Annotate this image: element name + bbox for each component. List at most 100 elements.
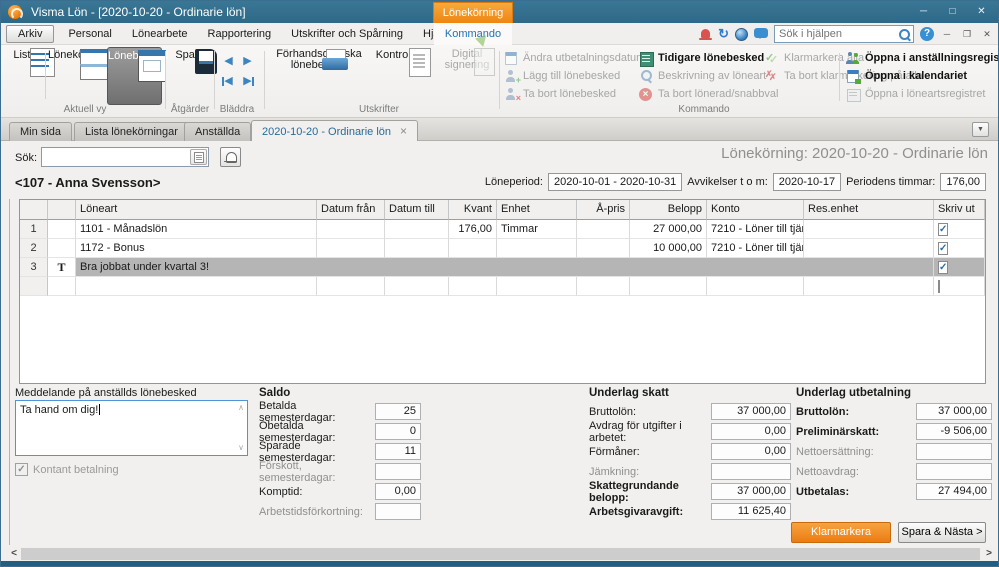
sparade-semesterdagar-field[interactable]: 11 — [375, 443, 421, 460]
skriv-ut-checkbox[interactable] — [938, 280, 940, 293]
pane-close-button[interactable]: ✕ — [980, 29, 994, 40]
horizontal-scrollbar[interactable]: < > — [3, 547, 996, 561]
preliminarskatt-field[interactable]: -9 506,00 — [916, 423, 992, 440]
col-datum-fran[interactable]: Datum från — [317, 200, 385, 220]
group-label-atgarder: Åtgärder — [167, 104, 213, 115]
chat-bubble-icon[interactable] — [754, 28, 768, 38]
avdrag-utgifter-field[interactable]: 0,00 — [711, 423, 791, 440]
previous-record-icon[interactable]: ◀ — [220, 54, 237, 69]
ribbon-lonekorning-button[interactable]: Lönekörning — [48, 47, 106, 105]
menu-rapportering[interactable]: Rapportering — [198, 25, 282, 43]
menu-utskrifter-sparning[interactable]: Utskrifter och Spårning — [281, 25, 413, 43]
cell-konto[interactable]: 7210 - Löner till tjänste — [707, 239, 804, 258]
col-datum-till[interactable]: Datum till — [385, 200, 449, 220]
col-enhet[interactable]: Enhet — [497, 200, 577, 220]
maximize-button[interactable]: □ — [939, 3, 966, 20]
tab-lista-lonekorningar[interactable]: Lista lönekörningar — [74, 122, 189, 141]
cmd-oppna-kalendariet[interactable]: Öppna i kalendariet — [846, 69, 967, 83]
ribbon-lonebesked-button[interactable]: Lönebesked — [107, 47, 162, 105]
col-konto[interactable]: Konto — [707, 200, 804, 220]
cell-belopp[interactable]: 10 000,00 — [630, 239, 707, 258]
scroll-left-icon[interactable]: < — [7, 547, 21, 561]
obetalda-semesterdagar-field[interactable]: 0 — [375, 423, 421, 440]
kontant-betalning-checkbox-row: ✓ Kontant betalning — [15, 463, 119, 476]
help-icon[interactable]: ? — [920, 27, 934, 41]
ribbon-kontrollista-button[interactable]: Kontrollista — [371, 47, 435, 105]
col-skriv-ut[interactable]: Skriv ut — [934, 200, 985, 220]
betalda-semesterdagar-field[interactable]: 25 — [375, 403, 421, 420]
formaner-field[interactable]: 0,00 — [711, 443, 791, 460]
tab-ordinarie-lon-active[interactable]: 2020-10-20 - Ordinarie lön× — [251, 120, 418, 141]
help-search-input[interactable] — [774, 25, 914, 43]
forskott-semesterdagar-field[interactable] — [375, 463, 421, 480]
next-record-icon[interactable]: ▶ — [239, 54, 256, 69]
saldo-panel: Saldo Betalda semesterdagar:25 Obetalda … — [259, 387, 421, 523]
employee-list-button[interactable] — [190, 149, 207, 165]
scroll-right-icon[interactable]: > — [982, 547, 996, 561]
skriv-ut-checkbox[interactable]: ✓ — [938, 223, 948, 236]
context-tab-lonekorning[interactable]: Lönekörning — [433, 2, 513, 23]
table-row-selected[interactable]: 3 T Bra jobbat under kvartal 3! ✓ — [20, 258, 985, 277]
scroll-up-icon[interactable]: ∧ — [238, 404, 244, 412]
message-textarea[interactable]: Ta hand om dig! ∧ ∨ — [15, 400, 248, 456]
bruttolon-utbet-field[interactable]: 37 000,00 — [916, 403, 992, 420]
menu-personal[interactable]: Personal — [58, 25, 121, 43]
last-record-icon[interactable]: ▶ — [239, 74, 256, 89]
close-button[interactable]: ✕ — [968, 3, 995, 20]
cell-konto[interactable]: 7210 - Löner till tjänste — [707, 220, 804, 239]
menu-arkiv[interactable]: Arkiv — [6, 25, 54, 43]
ribbon-lista-button[interactable]: Lista — [7, 47, 43, 105]
tab-min-sida[interactable]: Min sida — [9, 122, 72, 141]
komptid-field[interactable]: 0,00 — [375, 483, 421, 500]
search-icon[interactable] — [898, 28, 911, 41]
cmd-tidigare-lonebesked[interactable]: Tidigare lönebesked — [639, 51, 764, 65]
kontant-checkbox[interactable]: ✓ — [15, 463, 28, 476]
table-row[interactable]: 2 1172 - Bonus 10 000,00 7210 - Löner ti… — [20, 239, 985, 258]
skattegrundande-belopp-field[interactable]: 37 000,00 — [711, 483, 791, 500]
jamkning-field[interactable] — [711, 463, 791, 480]
scroll-down-icon[interactable]: ∨ — [238, 444, 244, 452]
first-record-icon[interactable]: ◀ — [220, 74, 237, 89]
cell-enhet[interactable]: Timmar — [497, 220, 577, 239]
tab-list-dropdown-button[interactable]: ▼ — [972, 122, 989, 137]
tab-close-icon[interactable]: × — [400, 124, 407, 138]
ribbon-forhandsgranska-button[interactable]: Förhandsgranska lönebesked — [267, 47, 371, 105]
klarmarkera-button[interactable]: Klarmarkera — [791, 522, 891, 543]
reminder-bell-button[interactable] — [220, 147, 241, 167]
bruttolon-skatt-field[interactable]: 37 000,00 — [711, 403, 791, 420]
ribbon-spara-button[interactable]: Spara — [169, 47, 211, 105]
nettoersattning-field[interactable] — [916, 443, 992, 460]
col-kvant[interactable]: Kvant — [449, 200, 497, 220]
text-row-marker: T — [48, 258, 76, 277]
cmd-oppna-anstallningsregistret[interactable]: Öppna i anställningsregistret — [846, 51, 999, 65]
skriv-ut-checkbox[interactable]: ✓ — [938, 261, 948, 274]
group-label-bladdra: Bläddra — [213, 104, 261, 115]
scrollbar-thumb[interactable] — [21, 548, 980, 560]
cell-text-message[interactable]: Bra jobbat under kvartal 3! — [76, 258, 934, 277]
minimize-button[interactable]: ─ — [910, 3, 937, 20]
tab-anstallda[interactable]: Anställda — [184, 122, 251, 141]
table-row-empty[interactable] — [20, 277, 985, 296]
col-apris[interactable]: Å-pris — [577, 200, 630, 220]
table-row[interactable]: 1 1101 - Månadslön 176,00 Timmar 27 000,… — [20, 220, 985, 239]
search-input[interactable] — [41, 147, 209, 167]
notification-bell-icon[interactable] — [699, 27, 712, 42]
arbetstidsforkortning-field[interactable] — [375, 503, 421, 520]
pane-restore-button[interactable]: ❐ — [960, 29, 974, 40]
skriv-ut-checkbox[interactable]: ✓ — [938, 242, 948, 255]
cell-loneart[interactable]: 1172 - Bonus — [76, 239, 317, 258]
pane-minimize-button[interactable]: ─ — [940, 29, 954, 39]
nettoavdrag-field[interactable] — [916, 463, 992, 480]
cell-belopp[interactable]: 27 000,00 — [630, 220, 707, 239]
menu-lonearbete[interactable]: Lönearbete — [122, 25, 198, 43]
col-belopp[interactable]: Belopp — [630, 200, 707, 220]
spara-nasta-button[interactable]: Spara & Nästa > — [898, 522, 986, 543]
col-loneart[interactable]: Löneart — [76, 200, 317, 220]
cell-loneart[interactable]: 1101 - Månadslön — [76, 220, 317, 239]
utbetalas-field[interactable]: 27 494,00 — [916, 483, 992, 500]
arbetsgivaravgift-field[interactable]: 11 625,40 — [711, 503, 791, 520]
cell-kvant[interactable]: 176,00 — [449, 220, 497, 239]
refresh-icon[interactable]: ↻ — [718, 27, 729, 41]
globe-icon[interactable] — [735, 28, 748, 41]
col-resenhet[interactable]: Res.enhet — [804, 200, 934, 220]
